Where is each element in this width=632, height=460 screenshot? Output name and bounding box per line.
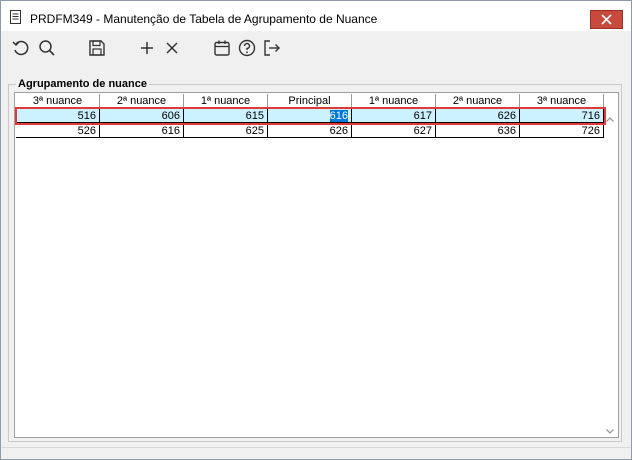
group-title: Agrupamento de nuance — [16, 78, 149, 90]
close-icon — [601, 14, 612, 25]
cell-value: 526 — [77, 125, 96, 137]
app-window: PRDFM349 - Manutenção de Tabela de Agrup… — [0, 0, 632, 460]
column-header[interactable]: 3ª nuance — [520, 94, 604, 108]
table-cell[interactable]: 625 — [184, 124, 268, 138]
table-cell[interactable]: 615 — [184, 109, 268, 123]
cell-value: 616 — [329, 110, 348, 122]
exit-icon[interactable] — [262, 38, 282, 58]
close-button[interactable] — [590, 10, 623, 29]
search-icon[interactable] — [37, 38, 57, 58]
cell-value: 726 — [581, 125, 600, 137]
table-cell[interactable]: 526 — [16, 124, 100, 138]
column-header[interactable]: 3ª nuance — [16, 94, 100, 108]
title-bar: PRDFM349 - Manutenção de Tabela de Agrup… — [1, 1, 631, 31]
active-cell[interactable]: 616 — [268, 109, 352, 123]
table-cell[interactable]: 716 — [520, 109, 604, 123]
column-header[interactable]: Principal — [268, 94, 352, 108]
cell-value: 616 — [161, 125, 180, 137]
refresh-icon[interactable] — [11, 38, 31, 58]
cell-value: 617 — [413, 110, 432, 122]
cell-value: 716 — [581, 110, 600, 122]
delete-icon[interactable] — [162, 38, 182, 58]
table-cell[interactable]: 636 — [436, 124, 520, 138]
window-title: PRDFM349 - Manutenção de Tabela de Agrup… — [30, 12, 378, 26]
table-row[interactable]: 516 606 615 616 617 626 716 — [16, 109, 604, 123]
cell-value: 615 — [245, 110, 264, 122]
table-cell[interactable]: 616 — [100, 124, 184, 138]
column-header[interactable]: 1ª nuance — [352, 94, 436, 108]
table-cell[interactable]: 626 — [436, 109, 520, 123]
column-header[interactable]: 2ª nuance — [436, 94, 520, 108]
cell-value: 636 — [497, 125, 516, 137]
cell-value: 626 — [497, 110, 516, 122]
cell-value: 625 — [245, 125, 264, 137]
save-icon[interactable] — [87, 38, 107, 58]
cell-value: 626 — [329, 125, 348, 137]
table-cell[interactable]: 617 — [352, 109, 436, 123]
cell-value: 606 — [161, 110, 180, 122]
vertical-scrollbar[interactable] — [603, 108, 617, 437]
table-cell[interactable]: 726 — [520, 124, 604, 138]
grid-header: 3ª nuance 2ª nuance 1ª nuance Principal … — [16, 94, 604, 108]
column-header[interactable]: 1ª nuance — [184, 94, 268, 108]
add-icon[interactable] — [137, 38, 157, 58]
scroll-up-icon[interactable] — [605, 112, 615, 122]
document-icon — [10, 10, 21, 24]
cell-value: 516 — [77, 110, 96, 122]
scroll-down-icon[interactable] — [605, 423, 615, 434]
help-icon[interactable] — [237, 38, 257, 58]
table-cell[interactable]: 606 — [100, 109, 184, 123]
nuance-grid: 3ª nuance 2ª nuance 1ª nuance Principal … — [14, 92, 619, 438]
toolbar — [1, 32, 631, 64]
column-header[interactable]: 2ª nuance — [100, 94, 184, 108]
table-cell[interactable]: 627 — [352, 124, 436, 138]
table-cell[interactable]: 626 — [268, 124, 352, 138]
status-bar-divider — [2, 447, 630, 448]
table-row[interactable]: 526 616 625 626 627 636 726 — [16, 124, 604, 138]
table-cell[interactable]: 516 — [16, 109, 100, 123]
cell-value: 627 — [413, 125, 432, 137]
calendar-icon[interactable] — [212, 38, 232, 58]
